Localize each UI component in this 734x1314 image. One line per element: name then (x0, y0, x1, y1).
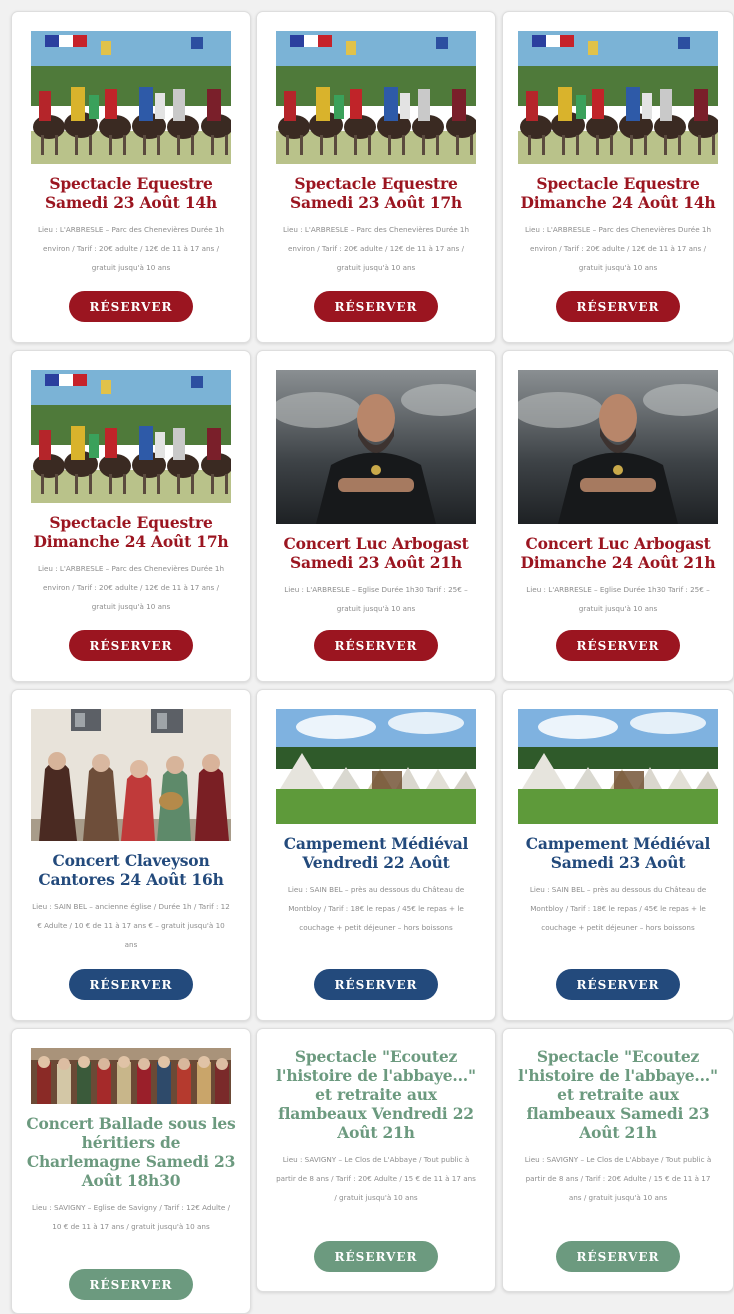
event-card: Spectacle "Ecoutez l'histoire de l'abbay… (502, 1028, 734, 1292)
event-card: Campement Médiéval Samedi 23 Août Lieu :… (502, 689, 734, 1021)
reserve-button[interactable]: RÉSERVER (69, 1269, 193, 1300)
event-title: Campement Médiéval Vendredi 22 Août (283, 834, 469, 872)
event-title: Spectacle "Ecoutez l'histoire de l'abbay… (518, 1047, 718, 1142)
event-title: Campement Médiéval Samedi 23 Août (525, 834, 711, 872)
event-image (276, 709, 476, 824)
event-card: Campement Médiéval Vendredi 22 Août Lieu… (256, 689, 496, 1021)
event-info: Lieu : SAIN BEL – près au dessous du Châ… (529, 885, 707, 932)
reserve-button[interactable]: RÉSERVER (69, 291, 193, 322)
event-card: Concert Claveyson Cantores 24 Août 16h L… (11, 689, 251, 1021)
reserve-button[interactable]: RÉSERVER (314, 969, 438, 1000)
event-card: Spectacle Equestre Samedi 23 Août 14h Li… (11, 11, 251, 343)
event-title: Spectacle Equestre Samedi 23 Août 14h (44, 174, 218, 212)
event-image (31, 31, 231, 164)
reserve-button[interactable]: RÉSERVER (556, 969, 680, 1000)
event-image (518, 31, 718, 164)
event-info: Lieu : L'ARBRESLE – Parc des Chenevières… (37, 564, 225, 611)
event-title: Concert Ballade sous les héritiers de Ch… (26, 1114, 236, 1190)
event-title: Concert Luc Arbogast Dimanche 24 Août 21… (520, 534, 716, 572)
event-image (31, 1048, 231, 1104)
event-info: Lieu : SAVIGNY – Eglise de Savigny / Tar… (32, 1203, 230, 1231)
reserve-button[interactable]: RÉSERVER (69, 969, 193, 1000)
event-image (276, 31, 476, 164)
event-title: Concert Luc Arbogast Samedi 23 Août 21h (283, 534, 469, 572)
event-info: Lieu : L'ARBRESLE – Parc des Chenevières… (282, 225, 470, 272)
event-info: Lieu : L'ARBRESLE – Eglise Durée 1h30 Ta… (526, 585, 710, 613)
event-title: Concert Claveyson Cantores 24 Août 16h (38, 851, 224, 889)
event-title: Spectacle Equestre Dimanche 24 Août 17h (33, 513, 229, 551)
event-title: Spectacle "Ecoutez l'histoire de l'abbay… (276, 1047, 476, 1142)
event-card: Spectacle Equestre Samedi 23 Août 17h Li… (256, 11, 496, 343)
event-info: Lieu : SAVIGNY – Le Clos de L'Abbaye / T… (276, 1155, 476, 1202)
reserve-button[interactable]: RÉSERVER (314, 1241, 438, 1272)
reserve-button[interactable]: RÉSERVER (69, 630, 193, 661)
event-image (276, 370, 476, 524)
event-card: Concert Luc Arbogast Dimanche 24 Août 21… (502, 350, 734, 682)
event-info: Lieu : L'ARBRESLE – Parc des Chenevières… (37, 225, 225, 272)
event-card: Spectacle Equestre Dimanche 24 Août 14h … (502, 11, 734, 343)
event-info: Lieu : SAIN BEL – près au dessous du Châ… (287, 885, 465, 932)
event-image (31, 709, 231, 841)
reserve-button[interactable]: RÉSERVER (314, 630, 438, 661)
event-info: Lieu : SAVIGNY – Le Clos de L'Abbaye / T… (524, 1155, 712, 1202)
reserve-button[interactable]: RÉSERVER (556, 1241, 680, 1272)
event-card: Concert Ballade sous les héritiers de Ch… (11, 1028, 251, 1314)
event-grid: Spectacle Equestre Samedi 23 Août 14h Li… (0, 0, 734, 1314)
event-image (518, 370, 718, 524)
event-info: Lieu : L'ARBRESLE – Parc des Chenevières… (524, 225, 712, 272)
event-image (518, 709, 718, 824)
event-card: Spectacle Equestre Dimanche 24 Août 17h … (11, 350, 251, 682)
event-card: Concert Luc Arbogast Samedi 23 Août 21h … (256, 350, 496, 682)
event-info: Lieu : L'ARBRESLE – Eglise Durée 1h30 Ta… (284, 585, 468, 613)
reserve-button[interactable]: RÉSERVER (314, 291, 438, 322)
event-title: Spectacle Equestre Dimanche 24 Août 14h (520, 174, 716, 212)
reserve-button[interactable]: RÉSERVER (556, 291, 680, 322)
event-card: Spectacle "Ecoutez l'histoire de l'abbay… (256, 1028, 496, 1292)
event-image (31, 370, 231, 503)
event-title: Spectacle Equestre Samedi 23 Août 17h (289, 174, 463, 212)
event-info: Lieu : SAIN BEL – ancienne église / Duré… (32, 902, 230, 949)
reserve-button[interactable]: RÉSERVER (556, 630, 680, 661)
